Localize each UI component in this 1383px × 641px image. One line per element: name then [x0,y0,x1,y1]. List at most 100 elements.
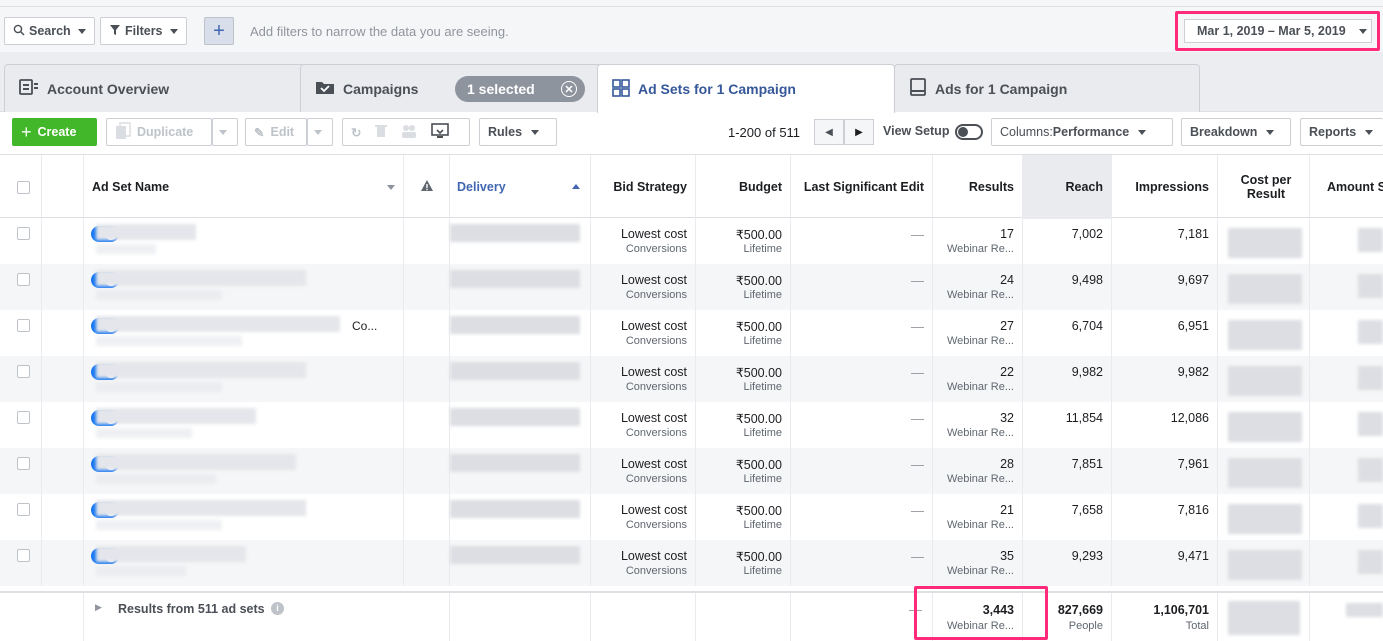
selected-pill[interactable]: 1 selected ✕ [455,76,585,102]
col-warning[interactable] [404,155,450,219]
view-setup-toggle[interactable] [955,124,983,140]
expand-icon[interactable]: ▶ [95,602,102,613]
budget-cell[interactable]: ₹500.00 Lifetime [696,356,791,402]
rules-button[interactable]: Rules [479,118,557,146]
row-checkbox[interactable] [17,319,30,332]
budget-cell[interactable]: ₹500.00 Lifetime [696,264,791,310]
select-all-checkbox[interactable] [17,181,30,194]
table-row[interactable]: Lowest cost Conversions ₹500.00 Lifetime… [0,356,1383,402]
ad-set-name-cell[interactable] [84,264,404,310]
col-reach[interactable]: Reach [1023,155,1112,219]
reports-dropdown[interactable]: Reports [1300,118,1383,146]
ad-set-name-cell[interactable] [84,356,404,402]
col-ad-set-name[interactable]: Ad Set Name [84,155,404,219]
results-cell: 24 Webinar Re... [933,264,1023,310]
col-amount-spent[interactable]: Amount S [1310,155,1383,219]
plus-icon: + [21,121,32,142]
budget-cell[interactable]: ₹500.00 Lifetime [696,540,791,586]
delivery-cell [450,218,591,264]
row-checkbox[interactable] [17,227,30,240]
edit-dropdown[interactable] [307,118,333,146]
table-row[interactable]: Co... Lowest cost Conversions ₹500.00 Li… [0,310,1383,356]
impressions-value: 7,961 [1177,457,1209,471]
redacted-value [1228,504,1302,534]
filters-button[interactable]: Filters [100,17,187,45]
ad-set-name-cell[interactable] [84,540,404,586]
table-row[interactable]: Lowest cost Conversions ₹500.00 Lifetime… [0,540,1383,586]
reach-cell: 6,704 [1023,310,1112,356]
footer-label-cell: ▶ Results from 511 ad sets i [84,593,450,641]
col-last-edit[interactable]: Last Significant Edit [791,155,933,219]
prev-page-button[interactable]: ◀ [814,119,844,145]
people-icon[interactable] [401,124,417,141]
col-impressions[interactable]: Impressions [1112,155,1218,219]
tab-ad-sets[interactable]: Ad Sets for 1 Campaign [597,64,895,113]
refresh-icon[interactable]: ↻ [351,125,361,140]
row-checkbox[interactable] [17,273,30,286]
ad-set-name-cell[interactable] [84,402,404,448]
row-select-cell [0,356,42,402]
results-sub: Webinar Re... [946,565,1014,577]
table-row[interactable]: Lowest cost Conversions ₹500.00 Lifetime… [0,218,1383,264]
redacted-value [1358,320,1383,344]
budget-value: ₹500.00 [735,550,782,564]
delivery-cell [450,540,591,586]
ad-set-name-cell[interactable] [84,448,404,494]
select-all-cell [0,155,42,219]
row-checkbox[interactable] [17,549,30,562]
budget-cell[interactable]: ₹500.00 Lifetime [696,218,791,264]
last-edit-cell: — [791,494,933,540]
ad-set-name-cell[interactable] [84,494,404,540]
columns-dropdown[interactable]: Columns: Performance [991,118,1173,146]
row-toggle-cell [42,494,119,540]
add-filter-button[interactable]: + [204,17,234,45]
col-cost-per-result[interactable]: Cost per Result [1218,155,1310,219]
duplicate-dropdown[interactable] [212,118,238,146]
next-page-button[interactable]: ▶ [844,119,874,145]
row-checkbox[interactable] [17,503,30,516]
warning-cell [404,310,450,356]
bid-strategy-value: Lowest cost [620,549,687,563]
close-icon[interactable]: ✕ [561,81,577,97]
compare-icon[interactable] [431,122,450,142]
redacted-delivery [450,500,580,518]
info-icon[interactable]: i [271,602,284,615]
col-delivery[interactable]: Delivery [450,155,591,219]
create-button[interactable]: + Create [12,118,97,146]
budget-cell[interactable]: ₹500.00 Lifetime [696,310,791,356]
table-row[interactable]: Lowest cost Conversions ₹500.00 Lifetime… [0,494,1383,540]
campaigns-icon [315,79,335,98]
table-row[interactable]: Lowest cost Conversions ₹500.00 Lifetime… [0,264,1383,310]
amount-spent-cell [1310,494,1383,540]
budget-cell[interactable]: ₹500.00 Lifetime [696,448,791,494]
tab-account-overview[interactable]: Account Overview [4,64,314,112]
tab-ads[interactable]: Ads for 1 Campaign [894,64,1200,112]
col-bid-strategy[interactable]: Bid Strategy [591,155,696,219]
budget-cell[interactable]: ₹500.00 Lifetime [696,402,791,448]
col-budget[interactable]: Budget [696,155,791,219]
date-range-picker[interactable]: Mar 1, 2019 – Mar 5, 2019 [1184,19,1372,43]
footer-impressions-value: 1,106,701 [1153,603,1209,617]
row-checkbox[interactable] [17,411,30,424]
footer-delivery [450,593,591,641]
row-toggle-cell [42,356,119,402]
row-toggle-cell [42,402,119,448]
tab-label: Ads for 1 Campaign [935,80,1068,97]
budget-cell[interactable]: ₹500.00 Lifetime [696,494,791,540]
table-row[interactable]: Lowest cost Conversions ₹500.00 Lifetime… [0,448,1383,494]
row-checkbox[interactable] [17,365,30,378]
col-results[interactable]: Results [933,155,1023,219]
search-button[interactable]: Search [4,17,95,45]
impressions-value: 6,951 [1177,319,1209,333]
row-checkbox[interactable] [17,457,30,470]
ad-set-name-cell[interactable]: Co... [84,310,404,356]
impressions-value: 9,471 [1177,549,1209,563]
duplicate-button[interactable]: Duplicate [106,118,212,146]
table-row[interactable]: Lowest cost Conversions ₹500.00 Lifetime… [0,402,1383,448]
budget-value: ₹500.00 [735,458,782,472]
edit-button[interactable]: ✎ Edit [245,118,307,146]
breakdown-dropdown[interactable]: Breakdown [1181,118,1291,146]
trash-icon[interactable] [375,124,388,141]
ad-set-name-cell[interactable] [84,218,404,264]
results-sub: Webinar Re... [946,243,1014,255]
